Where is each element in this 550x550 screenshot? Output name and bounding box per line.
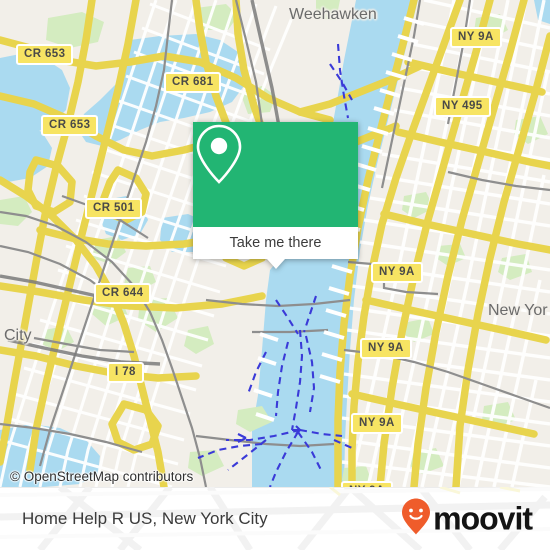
place-label-new-york: New Yor — [488, 302, 548, 319]
road-shield: NY 495 — [434, 96, 491, 117]
page-title: Home Help R US, New York City — [22, 508, 268, 528]
map-screenshot: CR 653 CR 681 NY 9A CR 653 NY 495 CR 501… — [0, 0, 550, 550]
moovit-wordmark: moovit — [433, 500, 533, 537]
road-shield: CR 501 — [85, 198, 143, 219]
road-shield: I 78 — [107, 362, 144, 383]
place-label-city: City — [4, 327, 32, 344]
road-shield: CR 653 — [41, 115, 99, 136]
popup-pointer-tail — [266, 259, 285, 269]
osm-attribution[interactable]: © OpenStreetMap contributors — [10, 469, 193, 484]
road-shield: NY 9A — [371, 262, 423, 283]
moovit-logo[interactable]: moovit — [401, 497, 533, 540]
moovit-smiley-pin-icon — [401, 497, 431, 540]
road-shield: CR 681 — [164, 72, 222, 93]
road-shield: NY 9A — [360, 338, 412, 359]
popup-image-area — [193, 122, 358, 227]
road-shield: NY 9A — [450, 27, 502, 48]
road-shield: CR 644 — [94, 283, 152, 304]
place-label-weehawken: Weehawken — [289, 6, 377, 23]
map-canvas[interactable]: CR 653 CR 681 NY 9A CR 653 NY 495 CR 501… — [0, 0, 550, 487]
road-shield: NY 9A — [351, 413, 403, 434]
road-shield: CR 653 — [16, 44, 74, 65]
map-popup-card[interactable]: Take me there — [193, 122, 358, 269]
take-me-there-button[interactable]: Take me there — [193, 227, 358, 269]
take-me-there-label: Take me there — [229, 235, 322, 251]
footer-bar: Home Help R US, New York City moovit — [0, 487, 550, 550]
